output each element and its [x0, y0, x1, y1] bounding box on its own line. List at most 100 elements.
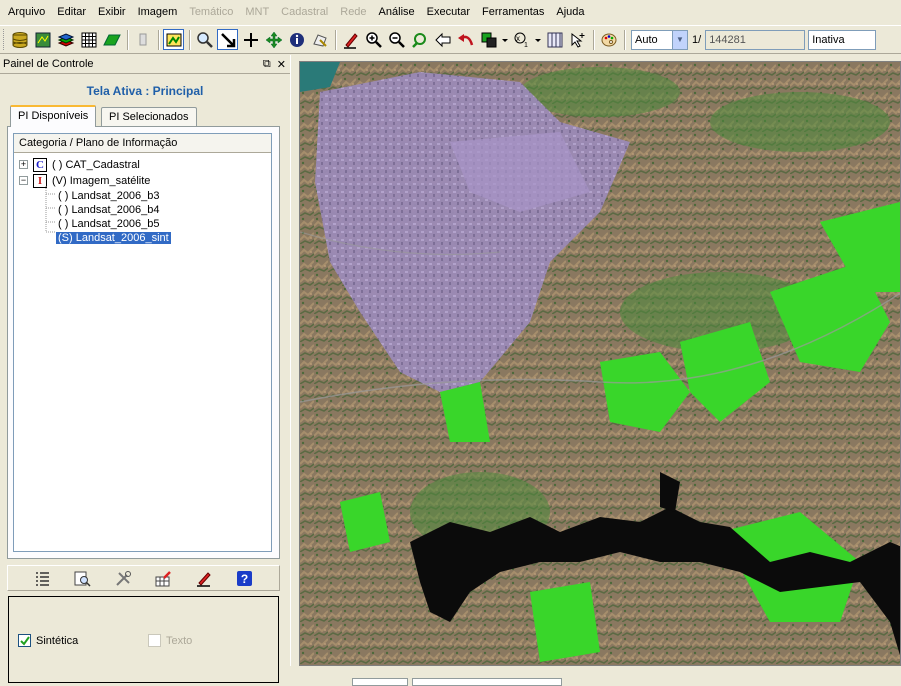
float-window-icon[interactable]: ⧉	[263, 58, 271, 71]
cadastral-category-icon: C	[33, 157, 47, 172]
status-value: Inativa	[812, 33, 845, 46]
pointer-arrow-icon[interactable]	[217, 29, 238, 50]
active-screen-label: Tela Ativa : Principal	[86, 84, 204, 98]
zoom-out-icon[interactable]	[386, 29, 407, 50]
synthetic-checkbox[interactable]	[18, 634, 31, 647]
menu-cadastral: Cadastral	[281, 6, 329, 18]
synthetic-label: Sintética	[36, 634, 79, 647]
menu-arquivo[interactable]: Arquivo	[2, 0, 51, 25]
display-tool-icon[interactable]	[163, 29, 184, 50]
polygon-icon[interactable]	[101, 29, 122, 50]
tree-category-imagem[interactable]: − I (V) Imagem_satélite	[19, 173, 150, 188]
eraser-disabled-icon	[132, 29, 153, 50]
chevron-down-icon[interactable]: ▼	[672, 30, 687, 49]
menu-editar[interactable]: Editar	[51, 0, 92, 25]
zoom-in-icon[interactable]	[363, 29, 384, 50]
crosshair-icon[interactable]	[240, 29, 261, 50]
status-field[interactable]: Inativa	[808, 29, 877, 50]
scale-prefix: 1/	[692, 33, 702, 46]
view-tab[interactable]	[412, 678, 562, 686]
zoom-mode-select[interactable]: Auto ▼	[631, 29, 688, 50]
info-icon[interactable]	[286, 29, 307, 50]
toolbar-separator	[158, 29, 160, 50]
text-checkbox	[148, 634, 161, 647]
zoom-area-icon[interactable]	[409, 29, 430, 50]
tree-item-landsat-b4[interactable]: ( ) Landsat_2006_b4	[58, 202, 160, 217]
toolbar-separator	[593, 29, 595, 50]
tab-label: PI Disponíveis	[18, 110, 89, 122]
image-view-icon[interactable]	[32, 29, 53, 50]
pan-icon[interactable]	[263, 29, 284, 50]
tree-item-label: ( ) Landsat_2006_b3	[58, 189, 160, 202]
expand-icon[interactable]: +	[19, 160, 28, 169]
tab-label: PI Selecionados	[109, 111, 189, 123]
tree-item-landsat-sint[interactable]: (S) Landsat_2006_sint	[56, 230, 171, 245]
menu-mnt: MNT	[245, 6, 270, 18]
satellite-image	[300, 62, 900, 665]
tab-pi-selecionados[interactable]: PI Selecionados	[101, 107, 197, 127]
edit-table-icon[interactable]	[154, 568, 174, 588]
help-icon[interactable]: ?	[235, 568, 255, 588]
menu-rede: Rede	[340, 6, 367, 18]
text-label: Texto	[166, 634, 193, 647]
collapse-icon[interactable]: −	[19, 176, 28, 185]
tree-item-label-selected: (S) Landsat_2006_sint	[56, 231, 171, 244]
svg-text:x: x	[516, 34, 520, 43]
search-layer-icon[interactable]	[73, 568, 93, 588]
menu-ferramentas[interactable]: Ferramentas	[476, 0, 550, 25]
tree-item-landsat-b3[interactable]: ( ) Landsat_2006_b3	[58, 188, 160, 203]
scale-field: 144281	[705, 29, 806, 50]
pencil-icon[interactable]	[340, 29, 361, 50]
coordinate-icon[interactable]: x1	[511, 29, 532, 50]
scale-value: 144281	[709, 33, 746, 46]
list-icon[interactable]	[32, 568, 52, 588]
tree-item-label: (V) Imagem_satélite	[52, 174, 151, 187]
close-icon[interactable]: ✕	[277, 58, 286, 71]
palette-icon[interactable]	[598, 29, 619, 50]
toolbar-separator	[624, 29, 626, 50]
grid-icon[interactable]	[78, 29, 99, 50]
tree-item-label: ( ) Landsat_2006_b4	[58, 203, 160, 216]
back-arrow-icon[interactable]	[432, 29, 453, 50]
magnifier-icon[interactable]	[194, 29, 215, 50]
tree-column-header: Categoria / Plano de Informação	[14, 134, 271, 153]
toolbar-grip[interactable]	[3, 29, 6, 50]
svg-text:?: ?	[241, 572, 248, 586]
control-panel-titlebar: Painel de Controle ⧉ ✕	[0, 55, 290, 74]
menu-analise[interactable]: Análise	[373, 0, 421, 25]
toolbar-separator	[335, 29, 337, 50]
dropdown-arrow-icon[interactable]	[534, 29, 542, 50]
layer-color-icon[interactable]	[478, 29, 499, 50]
menu-imagem[interactable]: Imagem	[132, 0, 184, 25]
table-view-icon[interactable]	[544, 29, 565, 50]
cursor-plus-icon[interactable]	[567, 29, 588, 50]
view-tab[interactable]	[352, 678, 408, 686]
text-option: Texto	[148, 634, 192, 647]
database-icon[interactable]	[9, 29, 30, 50]
menu-ajuda[interactable]: Ajuda	[550, 0, 590, 25]
dropdown-arrow-icon[interactable]	[501, 29, 509, 50]
map-canvas[interactable]	[299, 61, 901, 666]
pencil-edit-icon[interactable]	[194, 568, 214, 588]
edit-polygon-icon[interactable]	[309, 29, 330, 50]
panel-toolbar: ?	[7, 565, 280, 591]
control-panel: Painel de Controle ⧉ ✕ Tela Ativa : Prin…	[0, 55, 290, 683]
synthetic-option[interactable]: Sintética	[18, 634, 78, 647]
toolbar-separator	[189, 29, 191, 50]
panel-splitter[interactable]	[290, 55, 299, 683]
display-options-box: Sintética Texto	[8, 596, 279, 683]
svg-text:1: 1	[524, 42, 528, 49]
tree-item-label: ( ) Landsat_2006_b5	[58, 217, 160, 230]
menu-exibir[interactable]: Exibir	[92, 0, 132, 25]
tab-pi-disponiveis[interactable]: PI Disponíveis	[10, 105, 97, 127]
menu-tematico: Temático	[189, 6, 234, 18]
layers-icon[interactable]	[55, 29, 76, 50]
control-panel-title: Painel de Controle	[3, 58, 94, 70]
tree-item-label: ( ) CAT_Cadastral	[52, 158, 140, 171]
menu-executar[interactable]: Executar	[421, 0, 476, 25]
tab-pane: Categoria / Plano de Informação + C ( ) …	[7, 126, 280, 559]
tools-icon[interactable]	[113, 568, 133, 588]
undo-icon[interactable]	[455, 29, 476, 50]
tree-category-cadastral[interactable]: + C ( ) CAT_Cadastral	[19, 157, 140, 172]
tree-item-landsat-b5[interactable]: ( ) Landsat_2006_b5	[58, 216, 160, 231]
